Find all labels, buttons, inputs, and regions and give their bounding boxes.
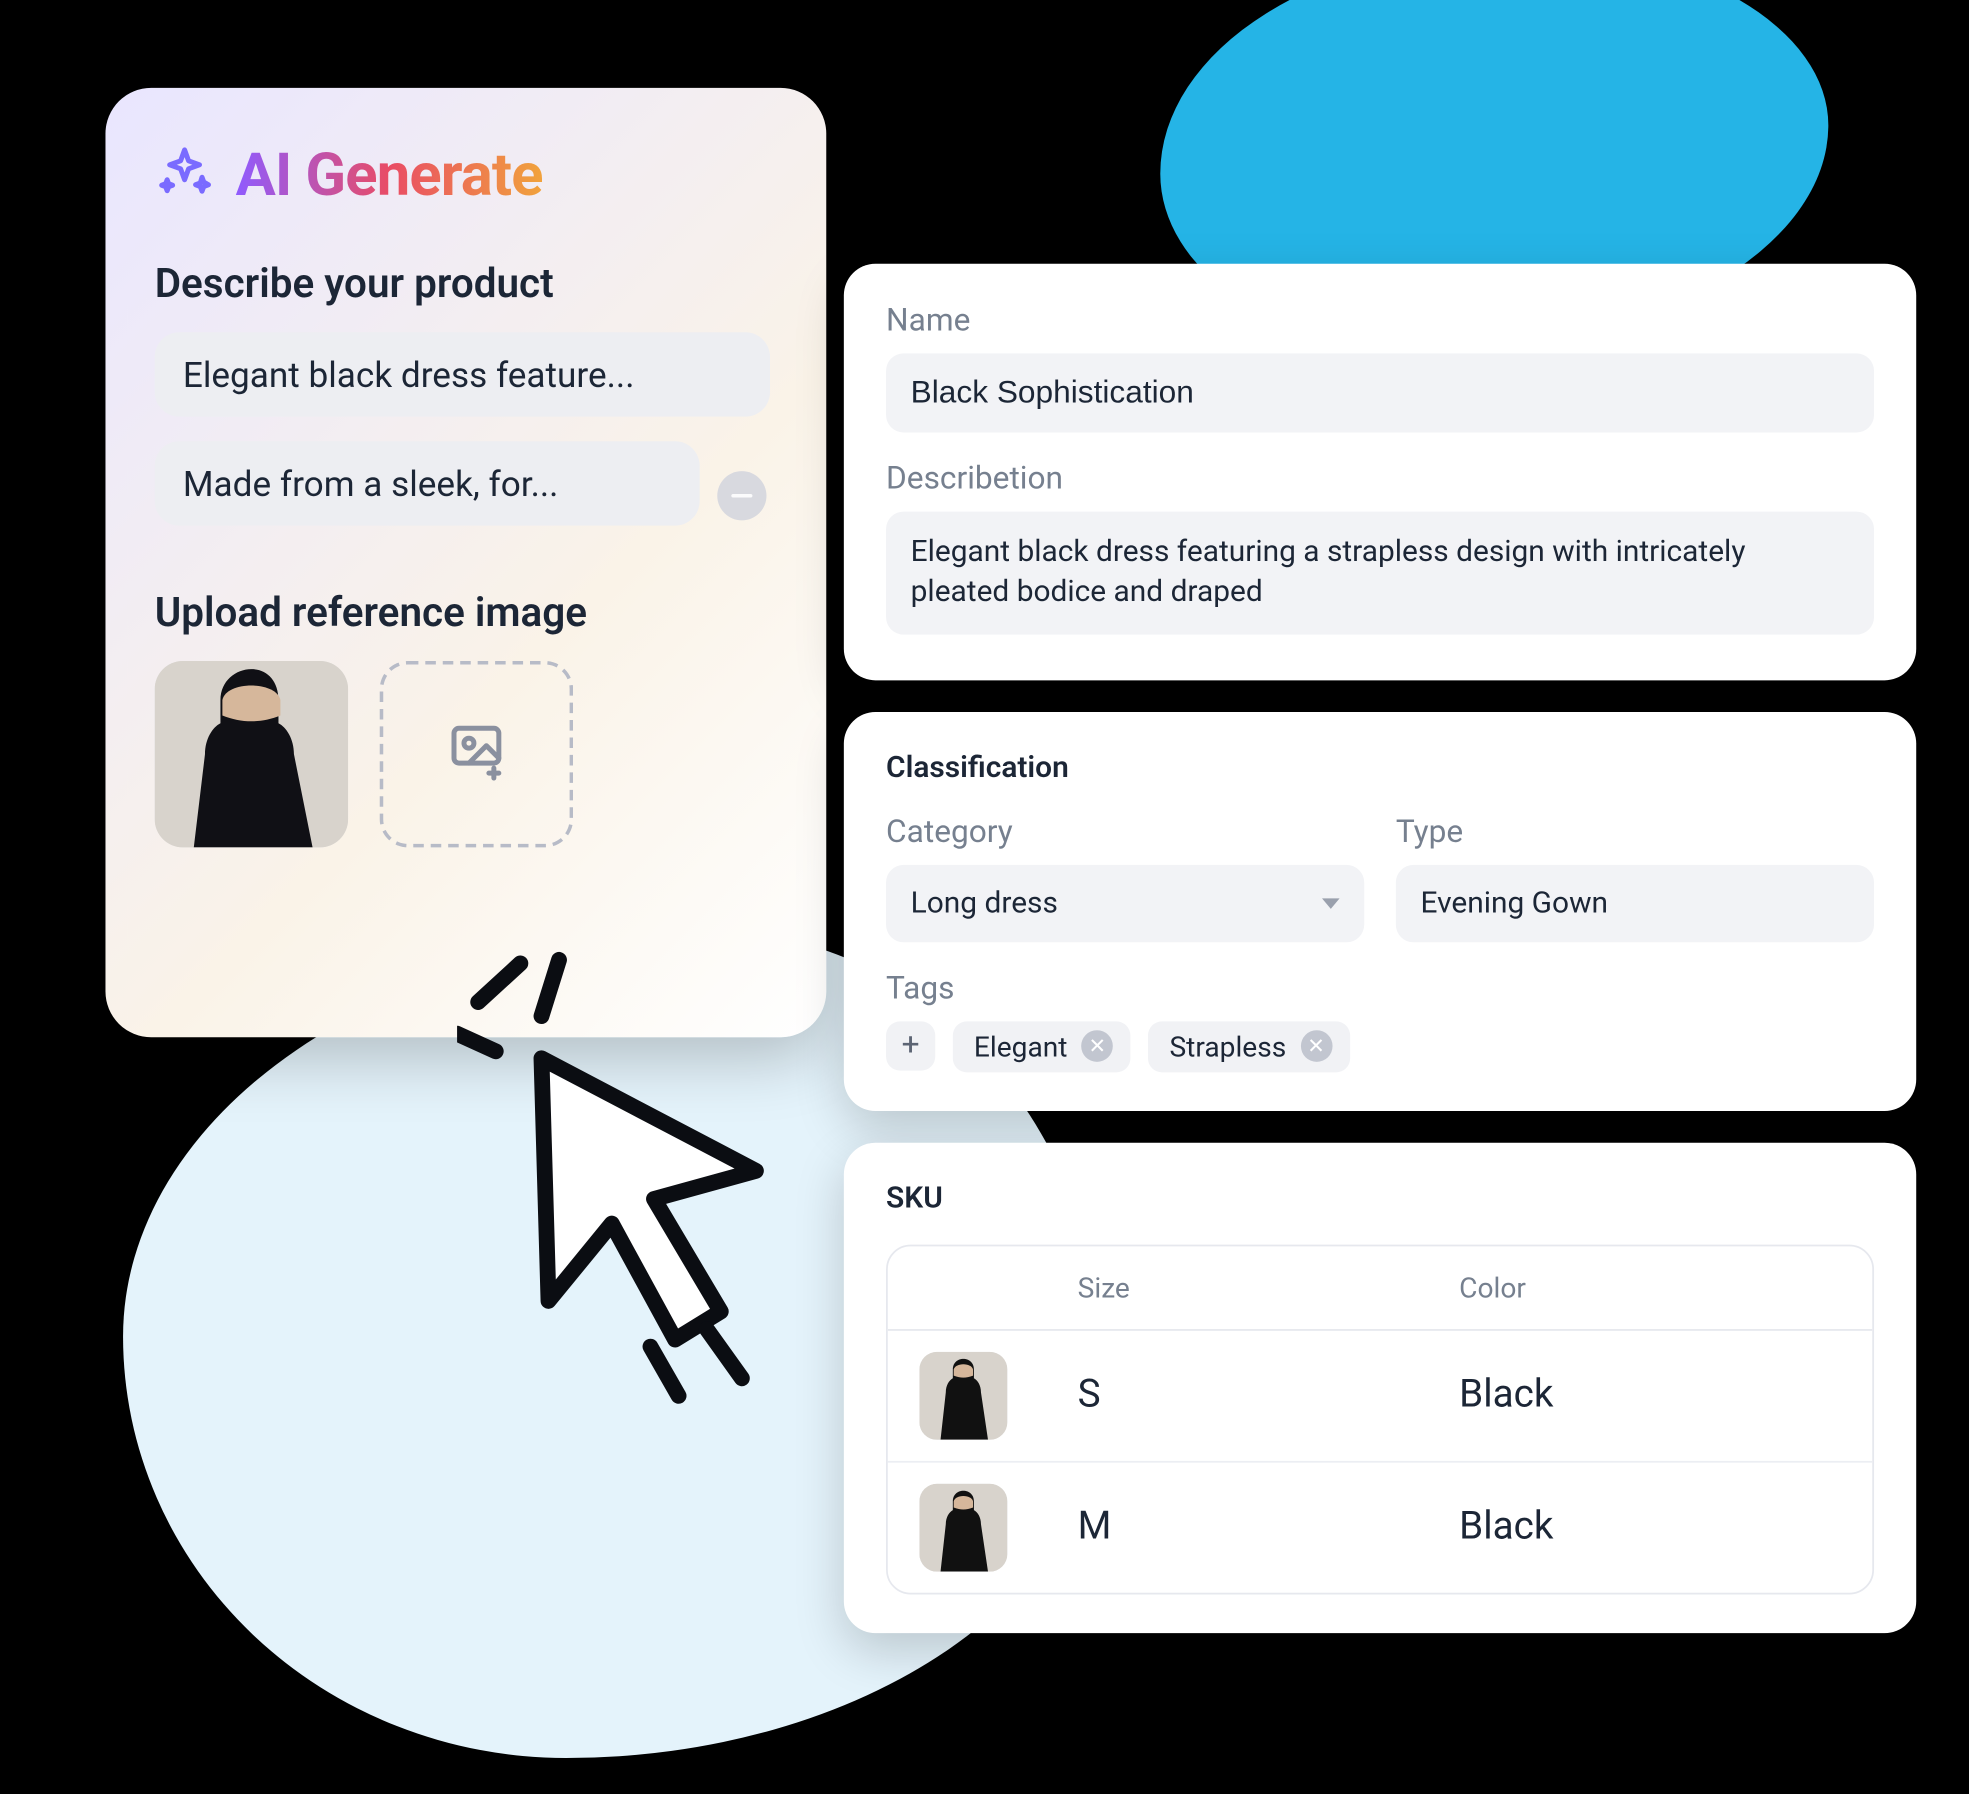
add-image-icon [447, 721, 507, 788]
upload-reference-heading: Upload reference image [155, 589, 777, 636]
tag-label: Strapless [1169, 1030, 1286, 1063]
classification-heading: Classification [886, 750, 1874, 785]
add-tag-button[interactable]: + [886, 1022, 935, 1071]
sku-size: M [1078, 1506, 1459, 1550]
tag-chip[interactable]: Strapless ✕ [1148, 1021, 1349, 1072]
type-label: Type [1396, 814, 1874, 851]
category-select[interactable]: Long dress [886, 865, 1364, 942]
type-select[interactable]: Evening Gown [1396, 865, 1874, 942]
tag-chip[interactable]: Elegant ✕ [953, 1021, 1131, 1072]
description-input[interactable] [886, 512, 1874, 635]
remove-prompt-button[interactable] [717, 471, 766, 520]
sku-heading: SKU [886, 1181, 1874, 1216]
classification-card: Classification Category Long dress Type … [844, 712, 1916, 1111]
prompt-input-2[interactable]: Made from a sleek, for... [155, 441, 700, 525]
tag-label: Elegant [974, 1030, 1068, 1063]
sku-thumbnail [919, 1352, 1007, 1440]
sku-size: S [1078, 1374, 1459, 1418]
name-label: Name [886, 302, 1874, 339]
describe-product-heading: Describe your product [155, 260, 777, 307]
ai-generate-title: AI Generate [236, 141, 543, 211]
sku-row[interactable]: S Black [888, 1331, 1872, 1463]
sku-row[interactable]: M Black [888, 1462, 1872, 1592]
upload-image-slot[interactable] [380, 661, 573, 847]
sku-thumbnail [919, 1484, 1007, 1572]
sparkle-icon [155, 142, 215, 209]
type-value: Evening Gown [1420, 886, 1608, 921]
tags-label: Tags [886, 970, 1874, 1007]
category-label: Category [886, 814, 1364, 851]
ai-generate-panel: AI Generate Describe your product Elegan… [105, 88, 826, 1037]
sku-color: Black [1459, 1506, 1840, 1550]
sku-color: Black [1459, 1374, 1840, 1418]
prompt-input-1[interactable]: Elegant black dress feature... [155, 332, 770, 416]
category-value: Long dress [911, 886, 1058, 921]
sku-head-size: Size [1078, 1271, 1459, 1304]
sku-head-color: Color [1459, 1271, 1840, 1304]
sku-table: Size Color S Black M Black [886, 1244, 1874, 1594]
sku-card: SKU Size Color S Black [844, 1142, 1916, 1632]
remove-tag-icon[interactable]: ✕ [1082, 1031, 1114, 1063]
chevron-down-icon [1322, 898, 1340, 909]
remove-tag-icon[interactable]: ✕ [1300, 1031, 1332, 1063]
reference-thumbnail[interactable] [155, 661, 348, 847]
description-label: Describetion [886, 461, 1874, 498]
product-card: Name Describetion [844, 264, 1916, 680]
name-input[interactable] [886, 353, 1874, 432]
